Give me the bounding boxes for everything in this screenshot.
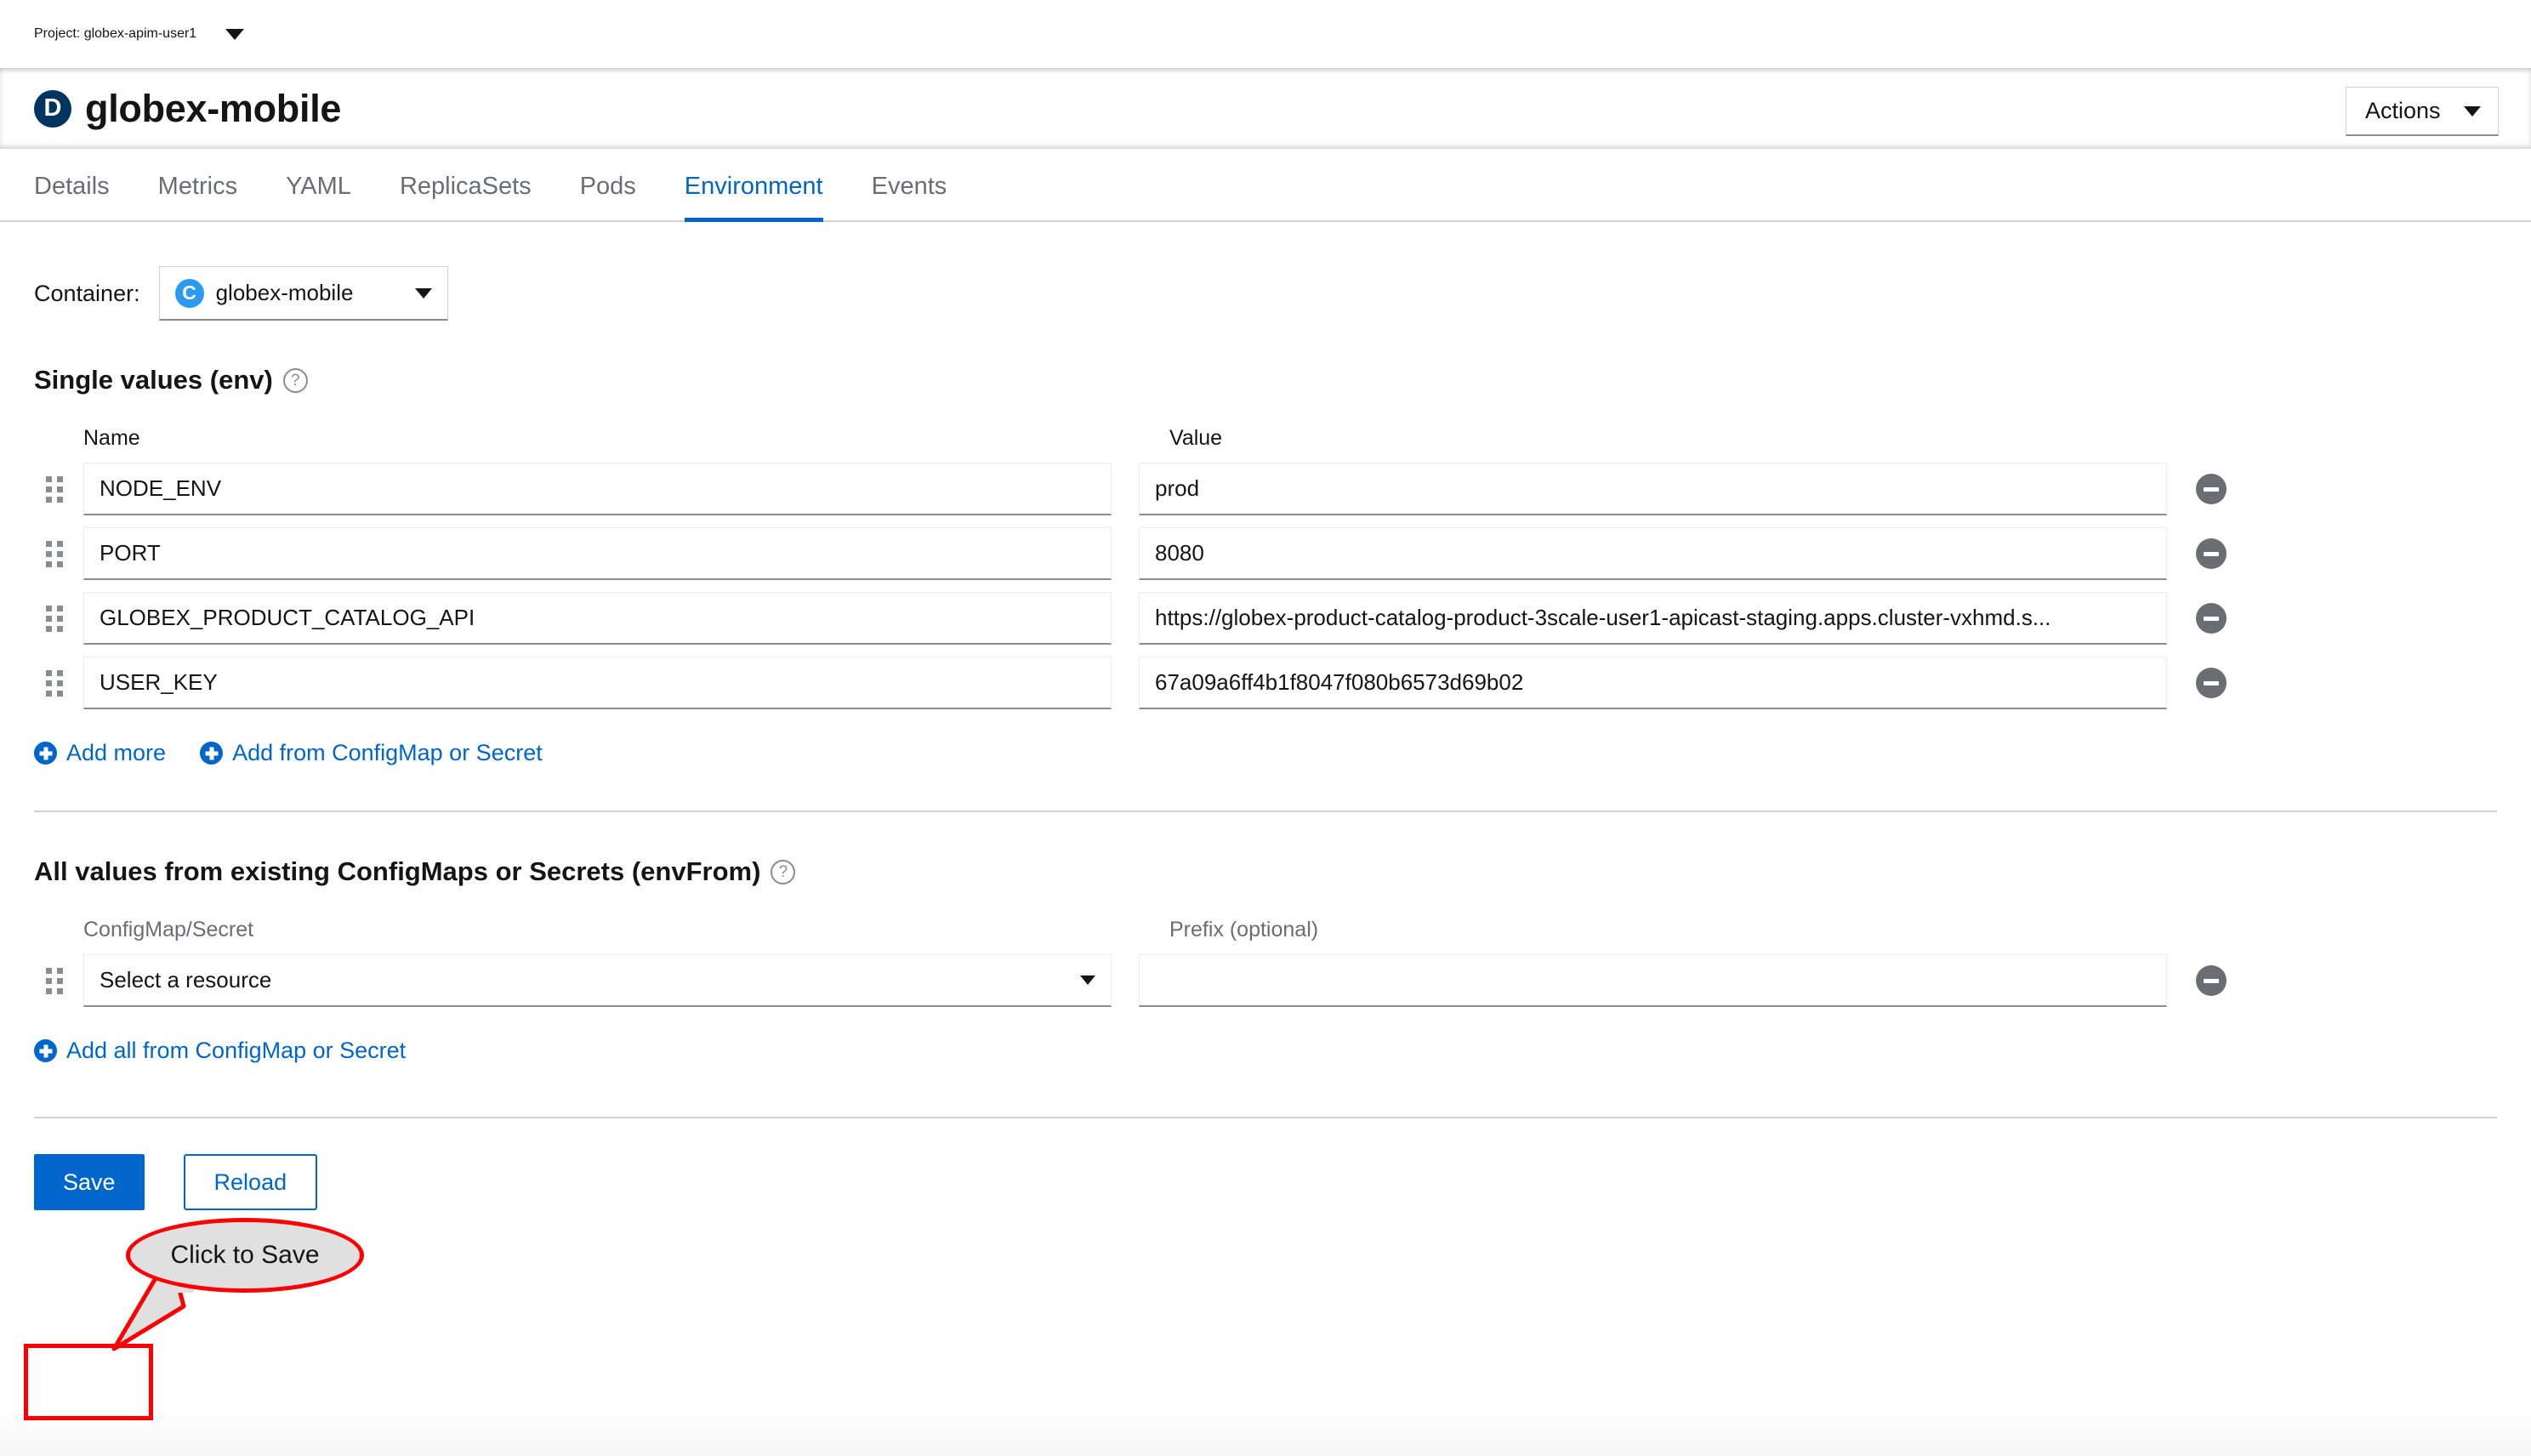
save-button-highlight [24, 1344, 153, 1420]
column-header-prefix: Prefix (optional) [1169, 918, 1319, 941]
drag-handle-icon[interactable] [34, 657, 83, 709]
footer-divider [34, 1117, 2497, 1118]
table-row [34, 463, 2497, 515]
envfrom-column-headers: ConfigMap/Secret Prefix (optional) [34, 918, 2497, 942]
configmap-secret-selected: Select a resource [100, 967, 272, 992]
env-value-input[interactable] [1139, 463, 2167, 515]
drag-handle-icon[interactable] [34, 592, 83, 645]
section-title-text: Single values (env) [34, 365, 273, 395]
container-selector-row: Container: C globex-mobile [34, 222, 2497, 321]
env-name-input[interactable] [83, 657, 1112, 709]
prefix-input[interactable] [1139, 954, 2167, 1007]
tab-environment[interactable]: Environment [684, 173, 823, 222]
section-title-single-values: Single values (env) ? [34, 365, 2497, 395]
drag-handle-icon[interactable] [34, 954, 83, 1007]
remove-row-icon[interactable] [2196, 474, 2227, 504]
actions-dropdown-label: Actions [2365, 98, 2441, 123]
page-header: D globex-mobile Actions [0, 68, 2531, 149]
env-add-links: Add more Add from ConfigMap or Secret [34, 740, 2497, 766]
section-title-envfrom: All values from existing ConfigMaps or S… [34, 856, 2497, 887]
project-selector-label[interactable]: Project: globex-apim-user1 [34, 26, 196, 42]
envfrom-row: Select a resource [34, 954, 2497, 1007]
env-name-input[interactable] [83, 463, 1112, 515]
tab-metrics[interactable]: Metrics [158, 173, 237, 222]
container-label: Container: [34, 280, 140, 306]
configmap-secret-select[interactable]: Select a resource [83, 954, 1112, 1007]
table-row [34, 657, 2497, 709]
bottom-shadow [0, 1405, 2531, 1456]
container-dropdown[interactable]: C globex-mobile [158, 266, 448, 321]
remove-row-icon[interactable] [2196, 965, 2227, 996]
footer-actions: Save Reload [34, 1154, 2497, 1210]
question-circle-icon[interactable]: ? [282, 367, 308, 393]
add-all-from-configmap-label: Add all from ConfigMap or Secret [66, 1038, 407, 1063]
drag-handle-icon[interactable] [34, 463, 83, 515]
column-header-name: Name [83, 426, 140, 450]
plus-circle-icon [34, 1039, 57, 1062]
chevron-down-icon[interactable] [225, 28, 245, 40]
env-name-input[interactable] [83, 527, 1112, 580]
deployment-badge-icon: D [34, 89, 71, 128]
page-title: globex-mobile [85, 86, 342, 130]
callout-bubble: Click to Save [126, 1218, 364, 1293]
drag-handle-icon[interactable] [34, 527, 83, 580]
tab-pods[interactable]: Pods [580, 173, 636, 222]
remove-row-icon[interactable] [2196, 603, 2227, 634]
table-row [34, 527, 2497, 580]
tab-replicasets[interactable]: ReplicaSets [400, 173, 532, 222]
env-column-headers: Name Value [34, 426, 2497, 451]
tab-bar: Details Metrics YAML ReplicaSets Pods En… [0, 149, 2531, 222]
actions-dropdown-button[interactable]: Actions [2346, 87, 2499, 136]
section-title-text: All values from existing ConfigMaps or S… [34, 856, 761, 886]
remove-row-icon[interactable] [2196, 538, 2227, 569]
add-from-configmap-label: Add from ConfigMap or Secret [232, 740, 543, 765]
environment-panel: Container: C globex-mobile Single values… [0, 222, 2531, 1210]
plus-circle-icon [200, 742, 224, 765]
chevron-down-icon [2464, 105, 2481, 117]
tab-yaml[interactable]: YAML [286, 173, 351, 222]
add-more-label: Add more [66, 740, 167, 765]
env-value-input[interactable] [1139, 527, 2167, 580]
add-from-configmap-button[interactable]: Add from ConfigMap or Secret [200, 740, 543, 766]
save-button[interactable]: Save [34, 1154, 145, 1210]
callout-text: Click to Save [170, 1241, 320, 1269]
callout-tail-icon [111, 1248, 194, 1351]
add-all-from-configmap-button[interactable]: Add all from ConfigMap or Secret [34, 1038, 406, 1064]
env-name-input[interactable] [83, 592, 1112, 645]
env-value-input[interactable] [1139, 657, 2167, 709]
table-row [34, 592, 2497, 645]
reload-button[interactable]: Reload [183, 1154, 318, 1210]
chevron-down-icon [414, 287, 432, 299]
remove-row-icon[interactable] [2196, 668, 2227, 698]
chevron-down-icon [1080, 975, 1095, 985]
click-to-save-callout: Click to Save [111, 1218, 364, 1351]
add-more-button[interactable]: Add more [34, 740, 166, 766]
tab-events[interactable]: Events [872, 173, 947, 222]
section-divider [34, 810, 2497, 812]
tab-details[interactable]: Details [34, 173, 110, 222]
env-value-input[interactable] [1139, 592, 2167, 645]
column-header-configmap-secret: ConfigMap/Secret [83, 918, 254, 941]
container-badge-icon: C [174, 278, 204, 308]
column-header-value: Value [1169, 426, 1223, 450]
envfrom-add-links: Add all from ConfigMap or Secret [34, 1038, 2497, 1064]
project-bar: Project: globex-apim-user1 [0, 0, 2531, 68]
question-circle-icon[interactable]: ? [771, 859, 796, 884]
container-selected-name: globex-mobile [215, 280, 354, 305]
plus-circle-icon [34, 742, 57, 765]
